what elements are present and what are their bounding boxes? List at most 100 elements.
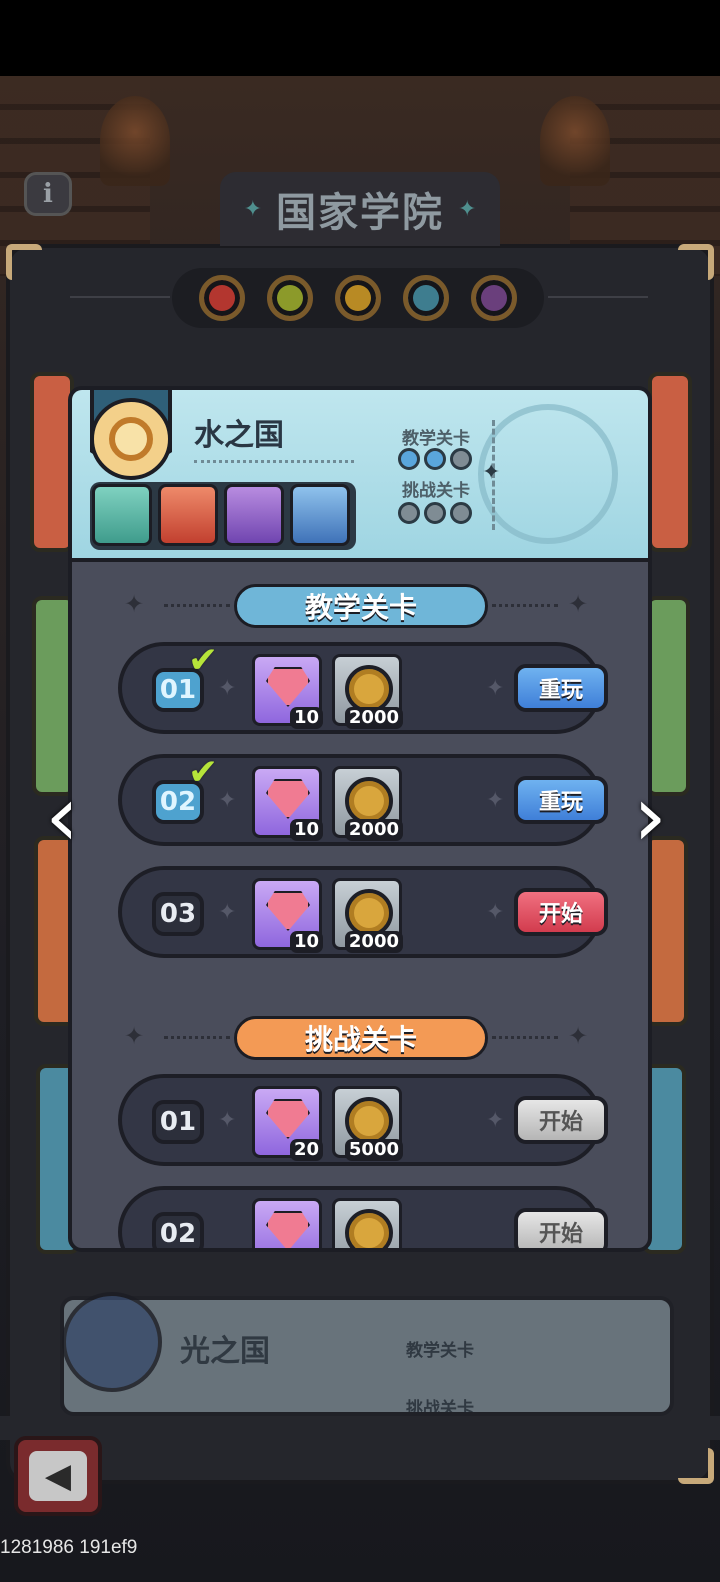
sparkle-icon: ✦ bbox=[486, 900, 505, 925]
gem-icon bbox=[266, 667, 310, 707]
gem-icon bbox=[266, 1211, 310, 1248]
gem-reward: 20 bbox=[252, 1086, 323, 1161]
coin-quantity: 5000 bbox=[344, 1139, 403, 1161]
coin-reward: 2000 bbox=[332, 766, 403, 841]
start-button[interactable]: 开始 bbox=[514, 1096, 608, 1144]
progress-dot-empty bbox=[424, 502, 446, 524]
coin-icon bbox=[345, 889, 393, 937]
coin-icon bbox=[345, 1097, 393, 1145]
gem-quantity: 10 bbox=[289, 819, 323, 841]
coin-quantity: 2000 bbox=[344, 819, 403, 841]
divider bbox=[164, 1036, 230, 1039]
country-name: 光之国 bbox=[180, 1334, 270, 1369]
coin-quantity: 2000 bbox=[344, 707, 403, 729]
gem-icon bbox=[266, 891, 310, 931]
arrow-left-icon[interactable]: ‹ bbox=[36, 770, 88, 862]
sparkle-icon: ✦ bbox=[486, 1108, 505, 1133]
sparkle-icon: ✦ bbox=[486, 676, 505, 701]
level-row: 03 ✦ 10 2000 ✦ 开始 bbox=[118, 866, 608, 958]
gem-quantity: 10 bbox=[289, 931, 323, 953]
sparkle-icon: ✦ bbox=[568, 1022, 589, 1050]
replay-button[interactable]: 重玩 bbox=[514, 664, 608, 712]
info-button[interactable]: i bbox=[24, 172, 72, 216]
checkmark-icon: ✔ bbox=[188, 640, 219, 681]
sparkle-icon: ✦ bbox=[218, 1108, 237, 1133]
level-number: 02 bbox=[152, 1212, 204, 1248]
title-plate: ✦ 国家学院 ✦ bbox=[220, 172, 500, 246]
element-selector bbox=[172, 268, 544, 328]
sparkle-icon: ✦ bbox=[568, 590, 589, 618]
gem-reward: 10 bbox=[252, 654, 323, 729]
back-button[interactable]: ◀ bbox=[14, 1436, 102, 1516]
book-decoration bbox=[648, 372, 692, 552]
divider bbox=[164, 604, 230, 607]
level-row: 01 ✔ ✦ 10 2000 ✦ 重玩 bbox=[118, 640, 608, 734]
ornament-line bbox=[548, 296, 648, 298]
water-badge-icon bbox=[90, 398, 172, 480]
progress-dot-filled bbox=[398, 448, 420, 470]
teaching-progress-label: 教学关卡 bbox=[402, 429, 470, 449]
ornament-line bbox=[70, 296, 170, 298]
country-name: 水之国 bbox=[194, 418, 284, 453]
sparkle-icon: ✦ bbox=[218, 900, 237, 925]
divider bbox=[492, 1036, 558, 1039]
page-title: 国家学院 bbox=[276, 190, 444, 236]
start-button[interactable]: 开始 bbox=[514, 1208, 608, 1248]
hero-portrait[interactable] bbox=[224, 484, 284, 546]
teaching-section-title: 教学关卡 bbox=[234, 584, 488, 628]
light-badge-icon bbox=[62, 1292, 162, 1392]
lamp-right bbox=[540, 96, 610, 186]
checkmark-icon: ✔ bbox=[188, 752, 219, 793]
level-number: 01 bbox=[152, 1100, 204, 1144]
country-card: 水之国 教学关卡 挑战关卡 ✦ ✦ 教学关卡 ✦ 01 ✔ ✦ 10 2000 … bbox=[68, 386, 652, 1252]
gem-reward: 10 bbox=[252, 878, 323, 953]
challenge-section-title: 挑战关卡 bbox=[234, 1016, 488, 1060]
arrow-right-icon[interactable]: › bbox=[624, 770, 676, 862]
challenge-progress-label: 挑战关卡 bbox=[402, 481, 470, 501]
sparkle-icon: ✦ bbox=[482, 460, 501, 485]
progress-dot-filled bbox=[424, 448, 446, 470]
element-dot-fire[interactable] bbox=[199, 275, 245, 321]
start-button[interactable]: 开始 bbox=[514, 888, 608, 936]
element-dot-dark[interactable] bbox=[471, 275, 517, 321]
gem-reward bbox=[252, 1198, 322, 1248]
book-decoration bbox=[646, 596, 690, 796]
frame-corner bbox=[6, 244, 42, 280]
teaching-progress-label: 教学关卡 bbox=[406, 1341, 474, 1361]
element-dot-earth[interactable] bbox=[267, 275, 313, 321]
sparkle-icon: ✦ bbox=[458, 196, 477, 222]
frame-corner bbox=[678, 244, 714, 280]
debug-text: 1281986 191ef9 bbox=[0, 1537, 138, 1558]
frame-bottom bbox=[0, 1416, 720, 1440]
gem-reward: 10 bbox=[252, 766, 323, 841]
progress-dot-empty bbox=[398, 502, 420, 524]
progress-dot-empty bbox=[450, 448, 472, 470]
level-row: 01 ✦ 20 5000 ✦ 开始 bbox=[118, 1074, 608, 1166]
coin-icon bbox=[345, 777, 393, 825]
hero-portrait[interactable] bbox=[158, 484, 218, 546]
sparkle-icon: ✦ bbox=[243, 196, 262, 222]
sparkle-icon: ✦ bbox=[218, 676, 237, 701]
replay-button[interactable]: 重玩 bbox=[514, 776, 608, 824]
sparkle-icon: ✦ bbox=[124, 590, 145, 618]
element-dot-light[interactable] bbox=[335, 275, 381, 321]
info-icon: i bbox=[43, 179, 53, 209]
level-row: 02 开始 bbox=[118, 1186, 608, 1248]
hero-portrait[interactable] bbox=[92, 484, 152, 546]
frame-corner bbox=[678, 1448, 714, 1484]
level-number: 03 bbox=[152, 892, 204, 936]
coin-reward: 2000 bbox=[332, 654, 403, 729]
gem-icon bbox=[266, 779, 310, 819]
level-row: 02 ✔ ✦ 10 2000 ✦ 重玩 bbox=[118, 752, 608, 846]
coin-reward: 2000 bbox=[332, 878, 403, 953]
coin-reward bbox=[332, 1198, 402, 1248]
gem-icon bbox=[266, 1099, 310, 1139]
sparkle-icon: ✦ bbox=[486, 788, 505, 813]
gem-quantity: 20 bbox=[289, 1139, 323, 1161]
coin-quantity: 2000 bbox=[344, 931, 403, 953]
gem-quantity: 10 bbox=[289, 707, 323, 729]
hero-portrait[interactable] bbox=[290, 484, 350, 546]
back-arrow-icon: ◀ bbox=[29, 1451, 87, 1501]
element-dot-water[interactable] bbox=[403, 275, 449, 321]
divider bbox=[194, 460, 354, 463]
